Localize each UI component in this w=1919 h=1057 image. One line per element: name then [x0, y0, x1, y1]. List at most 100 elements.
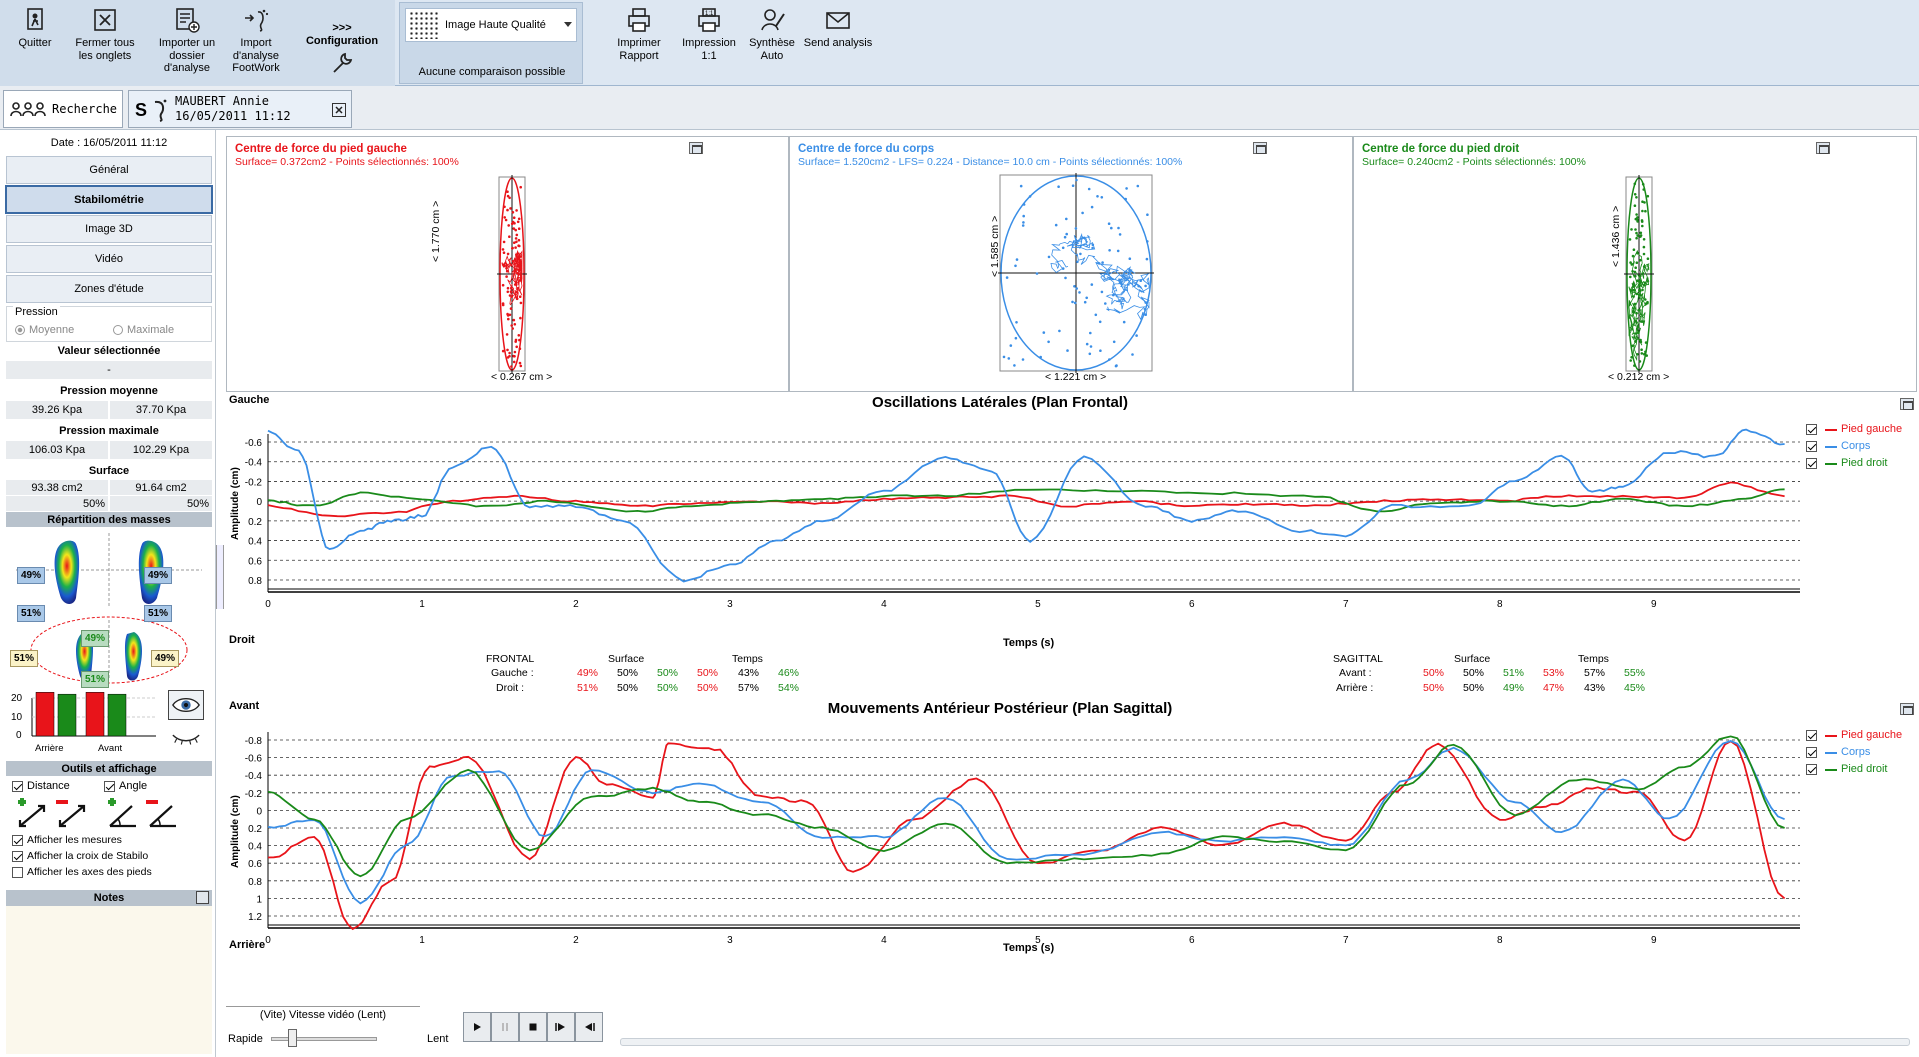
configuration-button[interactable]: >>> Configuration — [302, 22, 382, 80]
import-folder-button[interactable]: Importer un dossier d'analyse — [155, 6, 219, 75]
sagittal-maximize-button[interactable] — [1900, 703, 1914, 715]
x-tick-label: 5 — [1035, 599, 1041, 610]
import-footwork-button[interactable]: Import d'analyse FootWork — [226, 6, 286, 75]
distance-checkbox[interactable]: Distance — [12, 780, 70, 792]
x-tick-label: 9 — [1651, 935, 1657, 946]
notes-expand-button[interactable] — [196, 891, 209, 904]
cop-point — [1022, 221, 1025, 224]
import-document-icon — [176, 8, 200, 33]
frontal-legend-left[interactable]: Pied gauche — [1806, 421, 1902, 438]
cop-point — [503, 216, 507, 219]
send-analysis-button[interactable]: Send analysis — [802, 6, 874, 50]
add-angle-icon[interactable] — [104, 798, 140, 830]
nav-video[interactable]: Vidéo — [6, 245, 212, 273]
cop-point — [1642, 252, 1646, 256]
frontal-d-1: 51% — [577, 682, 599, 694]
print-report-button[interactable]: Imprimer Rapport — [608, 6, 670, 62]
cop-point — [514, 228, 517, 232]
tab-patient[interactable]: S MAUBERT Annie 16/05/2011 11:12 — [128, 90, 352, 128]
video-speed-track[interactable] — [271, 1037, 377, 1041]
tab-search[interactable]: Recherche — [3, 90, 123, 128]
cop-left-xlabel: < 0.267 cm > — [491, 371, 553, 383]
sagittal-legend: Pied gauche Corps Pied droit — [1806, 727, 1902, 778]
show-cross-checkbox[interactable]: Afficher la croix de Stabilo — [12, 850, 148, 862]
synthesis-auto-button[interactable]: Synthèse Auto — [744, 6, 800, 62]
cop-point — [1118, 278, 1121, 282]
play-button[interactable] — [463, 1012, 491, 1042]
sagittal-legend-right[interactable]: Pied droit — [1806, 761, 1902, 778]
nav-stabilometrie[interactable]: Stabilométrie — [5, 185, 213, 214]
frontal-g-5: 43% — [738, 667, 760, 679]
show-measures-checkbox[interactable]: Afficher les mesures — [12, 834, 122, 846]
sidebar-splitter[interactable] — [216, 545, 224, 609]
video-speed-slider[interactable] — [288, 1029, 297, 1047]
cop-point — [1630, 228, 1633, 231]
frontal-d-4: 50% — [697, 682, 719, 694]
frontal-maximize-button[interactable] — [1900, 398, 1914, 410]
radio-moyenne[interactable]: Moyenne — [15, 324, 74, 336]
quit-button[interactable]: Quitter — [10, 6, 60, 50]
stop-button[interactable] — [519, 1012, 547, 1042]
frontal-gauche-label: Gauche : — [491, 667, 534, 679]
y-tick-label: 0.8 — [248, 576, 262, 587]
print-1-1-button[interactable]: 1:1 Impression 1:1 — [678, 6, 740, 62]
cop-point — [1071, 300, 1074, 304]
video-speed-fast-label: Rapide — [228, 1033, 263, 1045]
cop-point — [517, 268, 520, 271]
frontal-legend-body-check — [1806, 441, 1817, 452]
nav-zones-etude[interactable]: Zones d'étude — [6, 275, 212, 303]
cop-point — [1118, 233, 1122, 236]
cop-point — [1091, 243, 1095, 247]
cop-point — [1638, 258, 1642, 262]
angle-checkbox[interactable]: Angle — [104, 780, 147, 792]
add-distance-icon[interactable] — [14, 798, 50, 830]
mass-bar-3 — [107, 693, 127, 737]
mass-bottom-right: 51% — [144, 605, 172, 622]
radio-maximale[interactable]: Maximale — [113, 324, 174, 336]
cop-point — [501, 283, 505, 287]
notes-textarea[interactable] — [6, 906, 212, 1054]
frontal-time-header: Temps — [732, 653, 763, 665]
frontal-droit-label: Droit : — [496, 682, 525, 694]
cop-point — [519, 185, 522, 189]
video-timeline-scrollbar[interactable] — [620, 1038, 1910, 1046]
cop-body-plot — [998, 173, 1154, 373]
cop-right-ylabel: < 1.436 cm > — [1610, 205, 1622, 267]
legend-line-red — [1825, 428, 1837, 431]
cop-point — [1117, 226, 1120, 230]
cop-point — [1643, 352, 1646, 356]
cop-point — [1631, 254, 1635, 258]
frontal-legend-right[interactable]: Pied droit — [1806, 455, 1902, 472]
cop-point — [1144, 313, 1147, 316]
remove-distance-icon[interactable] — [54, 798, 90, 830]
quality-select[interactable]: Image Haute Qualité — [405, 8, 577, 42]
step-forward-button[interactable] — [547, 1012, 575, 1042]
nav-image-3d[interactable]: Image 3D — [6, 215, 212, 243]
cop-point — [506, 190, 509, 193]
cop-point — [1047, 255, 1051, 259]
sagittal-legend-body[interactable]: Corps — [1806, 744, 1902, 761]
nav-general[interactable]: Général — [6, 156, 212, 184]
cop-point — [1005, 276, 1009, 279]
close-all-tabs-button[interactable]: Fermer tous les onglets — [75, 6, 135, 62]
cop-point — [1116, 249, 1120, 253]
pause-button[interactable] — [491, 1012, 519, 1042]
x-tick-label: 1 — [419, 935, 425, 946]
cop-point — [1135, 334, 1138, 337]
show-axes-checkbox[interactable]: Afficher les axes des pieds — [12, 866, 152, 878]
sagittal-legend-left[interactable]: Pied gauche — [1806, 727, 1902, 744]
frontal-legend-body[interactable]: Corps — [1806, 438, 1902, 455]
cop-point — [1633, 364, 1636, 367]
eyes-closed-toggle[interactable] — [168, 724, 204, 750]
cop-point — [1636, 234, 1639, 237]
cop-point — [1091, 246, 1094, 250]
eyes-open-toggle[interactable] — [168, 690, 204, 720]
radio-moyenne-dot — [15, 325, 25, 335]
cop-point — [1066, 349, 1069, 352]
x-tick-label: 3 — [727, 599, 733, 610]
sagittal-legend-left-check — [1806, 730, 1817, 741]
remove-angle-icon[interactable] — [144, 798, 180, 830]
rewind-button[interactable] — [575, 1012, 603, 1042]
close-tab-button[interactable] — [332, 103, 346, 117]
tools-header: Outils et affichage — [6, 761, 212, 776]
